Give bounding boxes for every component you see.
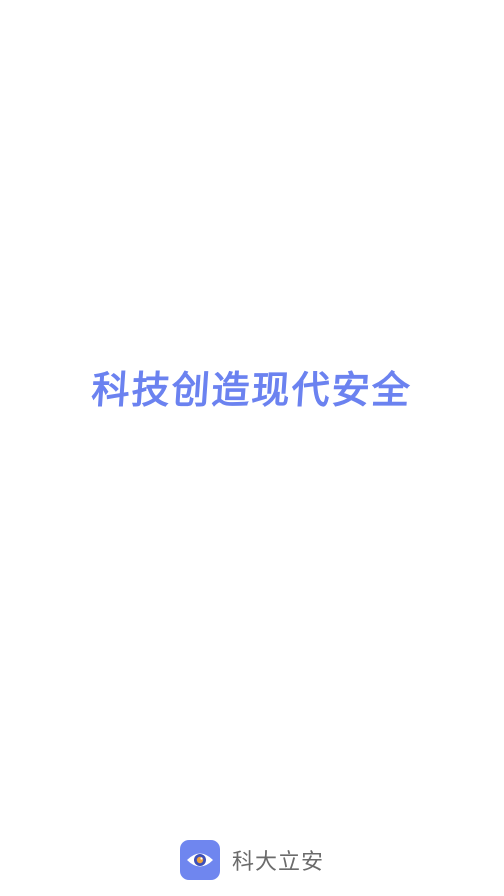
app-name: 科大立安 xyxy=(231,850,324,875)
brand-footer: 科大立安 xyxy=(0,838,504,882)
splash-screen: 科技创造现代安全 科大立安 xyxy=(0,0,504,896)
eye-logo-icon xyxy=(179,840,220,880)
slogan-text: 科技创造现代安全 xyxy=(90,367,414,412)
